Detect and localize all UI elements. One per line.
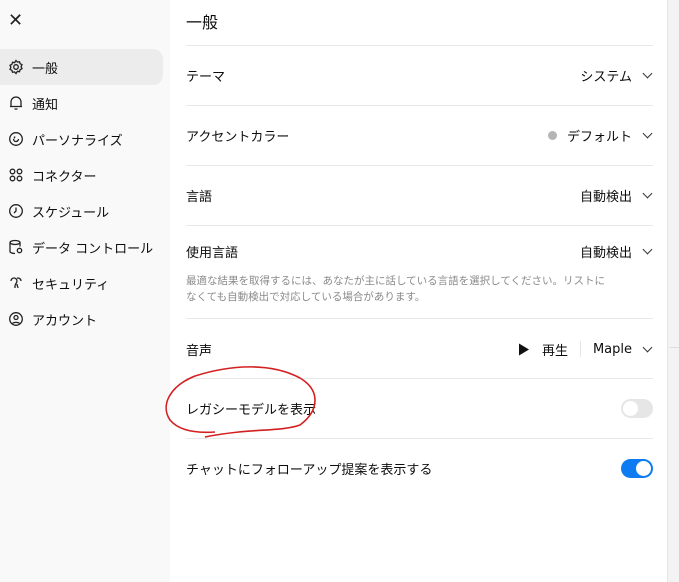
red-circle-annotation bbox=[165, 366, 316, 438]
